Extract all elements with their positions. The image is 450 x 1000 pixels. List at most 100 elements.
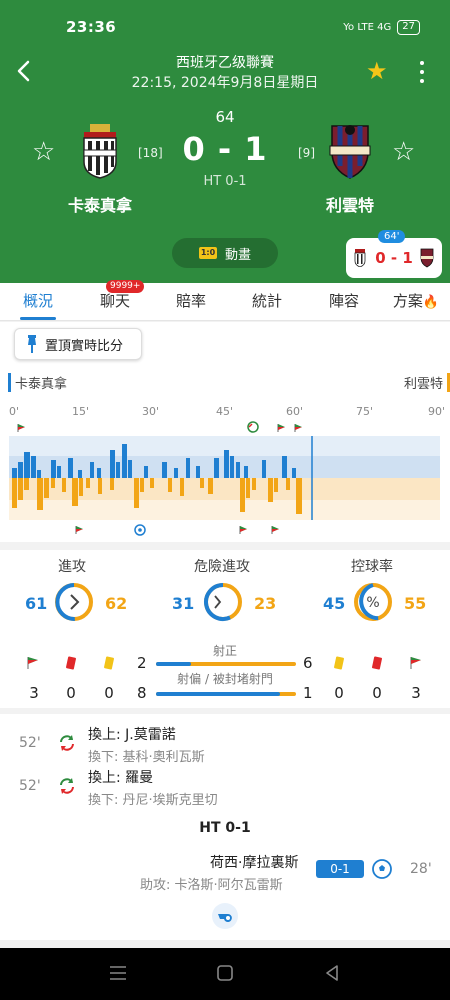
scoreboard-icon: 1:0 (198, 247, 217, 259)
pin-label: 置頂實時比分 (45, 338, 124, 354)
follow-home-star-icon[interactable]: ☆ (32, 138, 55, 166)
half-time-score: HT 0-1 (203, 174, 247, 189)
mini-away-logo (420, 248, 434, 268)
battery-icon: 27 (397, 20, 420, 35)
shots-off-home: 8 (137, 684, 147, 702)
more-menu-icon[interactable] (414, 58, 430, 86)
goal-minute: 28' (410, 861, 432, 877)
halftime-divider: HT 0-1 (199, 820, 251, 836)
goal-assist[interactable]: 助攻: 卡洛斯·阿尔瓦雷斯 (140, 874, 283, 893)
follow-away-star-icon[interactable]: ☆ (392, 138, 415, 166)
tab-stats[interactable]: 統計 (228, 283, 306, 320)
attack-home-value: 61 (25, 594, 48, 613)
fire-icon: 🔥 (422, 295, 440, 310)
danger-away-value: 23 (254, 594, 277, 613)
tab-plans[interactable]: 方案🔥 (382, 283, 450, 320)
danger-ring (204, 583, 242, 621)
pin-icon (28, 335, 36, 353)
axis-label-15: 15' (72, 405, 89, 418)
away-red-cards: 0 (372, 684, 382, 702)
away-yellow-cards: 0 (334, 684, 344, 702)
network-icon: Yo LTE 4G (343, 22, 392, 33)
tab-odds-label: 賠率 (175, 292, 206, 310)
animation-button[interactable]: 1:0 動畫 (172, 238, 278, 268)
attack-away-value: 62 (105, 594, 128, 613)
away-rank: [9] (298, 146, 315, 160)
match-header: 23:36 Yo LTE 4G 27 西班牙乙级聯賽 22:15, 2024年9… (0, 0, 450, 283)
home-corner-icon (27, 657, 38, 669)
shots-off-label: 射偏 / 被封堵射門 (177, 672, 273, 686)
tab-lineup-label: 陣容 (328, 292, 359, 310)
corner-flag-icon (239, 526, 247, 534)
match-score: 0 - 1 (182, 130, 268, 168)
home-red-card-icon (66, 656, 76, 670)
away-team-logo[interactable] (326, 122, 374, 180)
home-corners: 3 (29, 684, 39, 702)
football-icon (372, 859, 392, 879)
app-root: 23:36 Yo LTE 4G 27 西班牙乙级聯賽 22:15, 2024年9… (0, 0, 450, 1000)
home-red-cards: 0 (66, 684, 76, 702)
svg-text:%: % (366, 595, 379, 611)
attack-title: 進攻 (58, 559, 86, 575)
status-icons: Yo LTE 4G 27 (343, 20, 420, 35)
danger-home-value: 31 (172, 594, 195, 613)
momentum-chart: 0' 15' 30' 45' 60' 75' 90' (0, 400, 450, 542)
momentum-away-label: 利雲特 (404, 373, 450, 392)
home-team-logo[interactable] (80, 122, 120, 180)
status-time: 23:36 (66, 18, 117, 36)
away-red-card-icon (372, 656, 382, 670)
menu-icon[interactable] (108, 964, 128, 982)
attack-ring (55, 583, 93, 622)
match-minute: 64 (215, 108, 235, 126)
shots-on-bar (156, 662, 296, 666)
home-yellow-card-icon (104, 656, 114, 670)
tab-overview[interactable]: 概況 (0, 283, 76, 320)
home-icon[interactable] (216, 964, 234, 982)
favorite-star-icon[interactable]: ★ (366, 58, 388, 84)
animation-label: 動畫 (224, 247, 251, 263)
shots-off-away: 1 (303, 684, 313, 702)
shots-off-home-fill (156, 692, 280, 696)
tab-odds[interactable]: 賠率 (154, 283, 228, 320)
axis-label-75: 75' (356, 405, 373, 418)
goal-score-badge: 0-1 (316, 860, 364, 878)
goal-scorer[interactable]: 荷西·摩拉裏斯 (210, 852, 298, 872)
axis-label-90: 90' (428, 405, 445, 418)
possession-home-value: 45 (323, 594, 346, 613)
substitution-icon (247, 421, 259, 433)
corner-flag-icon (271, 526, 279, 534)
possession-away-value: 55 (404, 594, 427, 613)
sub-out-player[interactable]: 換下: 丹尼·埃斯克里切 (88, 789, 218, 808)
axis-label-45: 45' (216, 405, 233, 418)
shots-off-bar (156, 692, 296, 696)
back-nav-icon[interactable] (323, 964, 341, 982)
shots-on-home-fill (156, 662, 191, 666)
system-nav-bar (0, 948, 450, 1000)
tab-chat[interactable]: 聊天 9999+ (76, 280, 154, 320)
sub-in-player[interactable]: 換上: 羅曼 (88, 767, 153, 787)
sub-out-player[interactable]: 換下: 基科·奧利瓦斯 (88, 746, 205, 765)
tab-chat-label: 聊天 (99, 292, 130, 310)
corner-flag-icon (277, 424, 285, 432)
mini-score-card[interactable]: 64' 0 - 1 (346, 230, 442, 278)
sub-in-player[interactable]: 換上: J.莫雷諾 (88, 724, 176, 744)
mini-minute: 64' (378, 230, 406, 243)
corner-flag-icon (17, 424, 25, 432)
substitution-icon (60, 778, 74, 794)
tab-stats-label: 統計 (251, 292, 282, 310)
danger-title: 危險進攻 (194, 559, 250, 575)
tab-plans-label: 方案 (392, 292, 423, 310)
pin-live-score-button[interactable]: 置頂實時比分 (14, 328, 142, 360)
chat-count-badge: 9999+ (106, 280, 145, 293)
goal-ball-icon (134, 524, 146, 536)
substitution-icon (60, 735, 74, 751)
whistle-icon (212, 903, 238, 929)
home-team-name[interactable]: 卡泰真拿 (48, 192, 152, 216)
tab-lineup[interactable]: 陣容 (306, 283, 382, 320)
tab-overview-label: 概況 (22, 292, 53, 310)
axis-label-0: 0' (9, 405, 19, 418)
tab-bar: 概況 聊天 9999+ 賠率 統計 陣容 方案🔥 (0, 280, 450, 321)
away-team-name[interactable]: 利雲特 (300, 192, 400, 216)
corner-flag-icon (75, 526, 83, 534)
away-yellow-card-icon (334, 656, 344, 670)
